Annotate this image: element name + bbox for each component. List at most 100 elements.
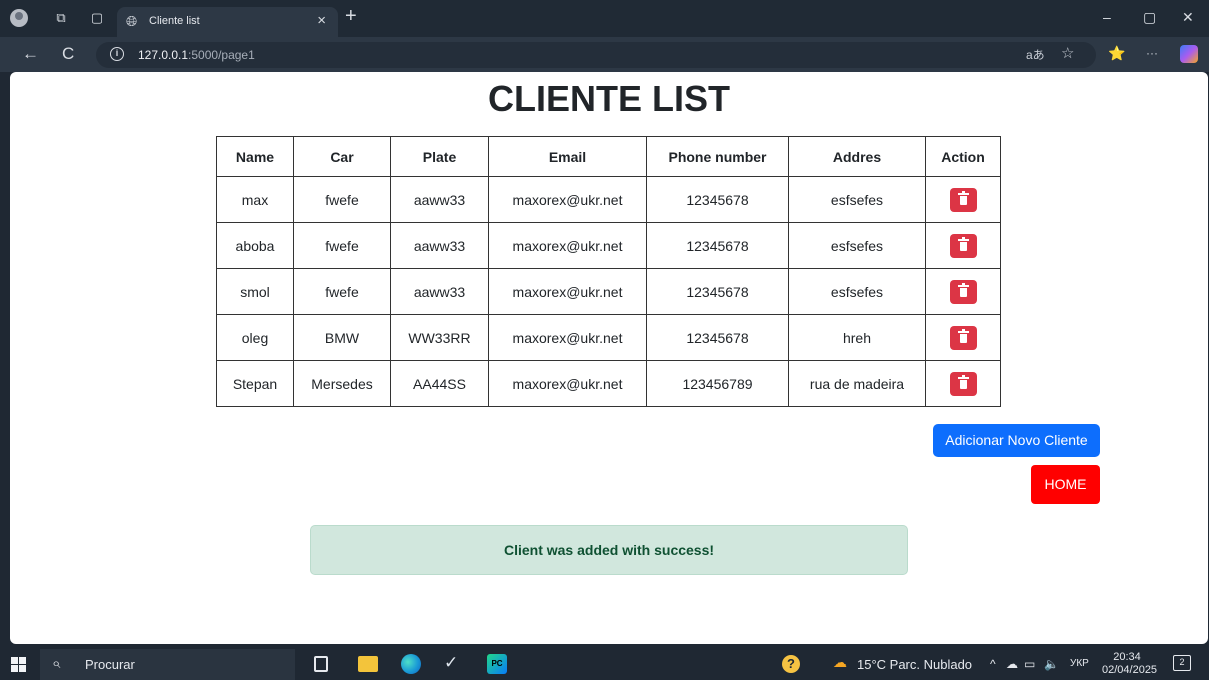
header-plate: Plate [390, 136, 489, 177]
cell-email: maxorex@ukr.net [488, 314, 647, 361]
table-row: Stepan Mersedes AA44SS maxorex@ukr.net 1… [216, 360, 1001, 407]
header-phone: Phone number [646, 136, 789, 177]
trash-icon [957, 282, 969, 297]
refresh-icon[interactable]: C [62, 44, 74, 64]
copilot-icon[interactable] [1180, 45, 1198, 63]
cell-action [925, 222, 1001, 269]
browser-titlebar: ⧉ ▢ 🌐︎ Cliente list × + – ▢ ✕ [0, 0, 1209, 37]
delete-button[interactable] [949, 325, 977, 350]
restore-button[interactable]: ▢ [1143, 9, 1156, 26]
cell-car: BMW [293, 314, 391, 361]
language-indicator[interactable]: УКР [1070, 658, 1089, 669]
steam-icon[interactable]: ✓ [444, 653, 458, 673]
trash-icon [957, 190, 969, 205]
cell-plate: aaww33 [390, 268, 489, 315]
clock-time: 20:34 [1113, 651, 1141, 663]
cell-phone: 12345678 [646, 222, 789, 269]
tab-title: Cliente list [149, 15, 200, 27]
header-name: Name [216, 136, 294, 177]
tab-actions-icon[interactable]: ▢ [88, 9, 106, 27]
task-view-icon[interactable] [314, 656, 328, 672]
cell-address: esfsefes [788, 222, 926, 269]
cell-plate: aaww33 [390, 222, 489, 269]
cell-phone: 123456789 [646, 360, 789, 407]
delete-button[interactable] [949, 233, 977, 258]
cell-name: smol [216, 268, 294, 315]
cell-plate: WW33RR [390, 314, 489, 361]
pycharm-icon[interactable]: PC [487, 654, 507, 674]
clock-date: 02/04/2025 [1102, 664, 1158, 676]
header-email: Email [488, 136, 647, 177]
cell-phone: 12345678 [646, 176, 789, 223]
cell-email: maxorex@ukr.net [488, 268, 647, 315]
clock[interactable]: 20:34 02/04/2025 [1102, 651, 1158, 677]
cell-email: maxorex@ukr.net [488, 222, 647, 269]
table-row: oleg BMW WW33RR maxorex@ukr.net 12345678… [216, 314, 1001, 361]
search-icon: ⌕ [52, 655, 61, 672]
browser-tab-active[interactable]: 🌐︎ Cliente list × [117, 7, 338, 37]
cell-phone: 12345678 [646, 268, 789, 315]
delete-button[interactable] [949, 371, 977, 396]
file-explorer-icon[interactable] [358, 656, 378, 672]
cell-address: esfsefes [788, 176, 926, 223]
notifications-icon[interactable]: 2 [1173, 655, 1191, 671]
cell-name: max [216, 176, 294, 223]
weather-text[interactable]: 15°C Parc. Nublado [857, 657, 972, 672]
table-row: aboba fwefe aaww33 maxorex@ukr.net 12345… [216, 222, 1001, 269]
page-title: CLIENTE LIST [488, 78, 730, 119]
cell-car: fwefe [293, 222, 391, 269]
read-aloud-icon[interactable]: aあ [1026, 46, 1045, 63]
edge-icon[interactable] [401, 654, 421, 674]
battery-icon[interactable]: ▭ [1024, 657, 1035, 671]
url-input[interactable]: i 127.0.0.1:5000/page1 [96, 42, 1096, 68]
header-address: Addres [788, 136, 926, 177]
delete-button[interactable] [949, 187, 977, 212]
favorite-icon[interactable]: ☆ [1061, 44, 1074, 62]
cell-name: oleg [216, 314, 294, 361]
delete-button[interactable] [949, 279, 977, 304]
cell-email: maxorex@ukr.net [488, 360, 647, 407]
table-header-row: Name Car Plate Email Phone number Addres… [216, 136, 1001, 177]
cell-car: fwefe [293, 268, 391, 315]
back-icon[interactable]: ← [22, 44, 39, 64]
volume-icon[interactable]: 🔈 [1044, 657, 1059, 671]
clients-table: Name Car Plate Email Phone number Addres… [216, 136, 1001, 407]
workspaces-icon[interactable]: ⧉ [52, 9, 70, 27]
success-alert: Client was added with success! [310, 525, 908, 575]
cell-address: hreh [788, 314, 926, 361]
url-text: 127.0.0.1:5000/page1 [138, 48, 255, 62]
tab-close-icon[interactable]: × [317, 12, 326, 29]
cell-phone: 12345678 [646, 314, 789, 361]
windows-taskbar: ⌕ Procurar ✓ PC ? ☁ 15°C Parc. Nublado ^… [0, 648, 1209, 680]
minimize-button[interactable]: – [1103, 9, 1111, 25]
page-content: CLIENTE LIST Name Car Plate Email Phone … [10, 72, 1208, 644]
cell-action [925, 176, 1001, 223]
cell-car: Mersedes [293, 360, 391, 407]
trash-icon [957, 374, 969, 389]
cell-address: esfsefes [788, 268, 926, 315]
windows-start-icon[interactable] [11, 657, 26, 672]
cell-plate: aaww33 [390, 176, 489, 223]
help-icon[interactable]: ? [782, 655, 800, 673]
cell-action [925, 268, 1001, 315]
weather-icon[interactable]: ☁ [833, 654, 847, 671]
cell-name: Stepan [216, 360, 294, 407]
cell-address: rua de madeira [788, 360, 926, 407]
home-button[interactable]: HOME [1031, 465, 1100, 504]
add-client-button[interactable]: Adicionar Novo Cliente [933, 424, 1100, 457]
close-window-button[interactable]: ✕ [1182, 9, 1194, 26]
new-tab-button[interactable]: + [345, 5, 357, 28]
profile-icon[interactable] [10, 9, 28, 27]
table-row: smol fwefe aaww33 maxorex@ukr.net 123456… [216, 268, 1001, 315]
taskbar-search-input[interactable]: ⌕ Procurar [40, 649, 295, 680]
cloud-icon[interactable]: ☁ [1006, 657, 1018, 671]
site-info-icon[interactable]: i [110, 47, 124, 61]
cell-action [925, 360, 1001, 407]
tray-arrow-icon[interactable]: ^ [990, 657, 996, 671]
table-row: max fwefe aaww33 maxorex@ukr.net 1234567… [216, 176, 1001, 223]
cell-plate: AA44SS [390, 360, 489, 407]
trash-icon [957, 328, 969, 343]
favorites-list-icon[interactable]: ⭐ [1108, 45, 1125, 62]
header-action: Action [925, 136, 1001, 177]
more-icon[interactable]: ··· [1146, 46, 1158, 60]
